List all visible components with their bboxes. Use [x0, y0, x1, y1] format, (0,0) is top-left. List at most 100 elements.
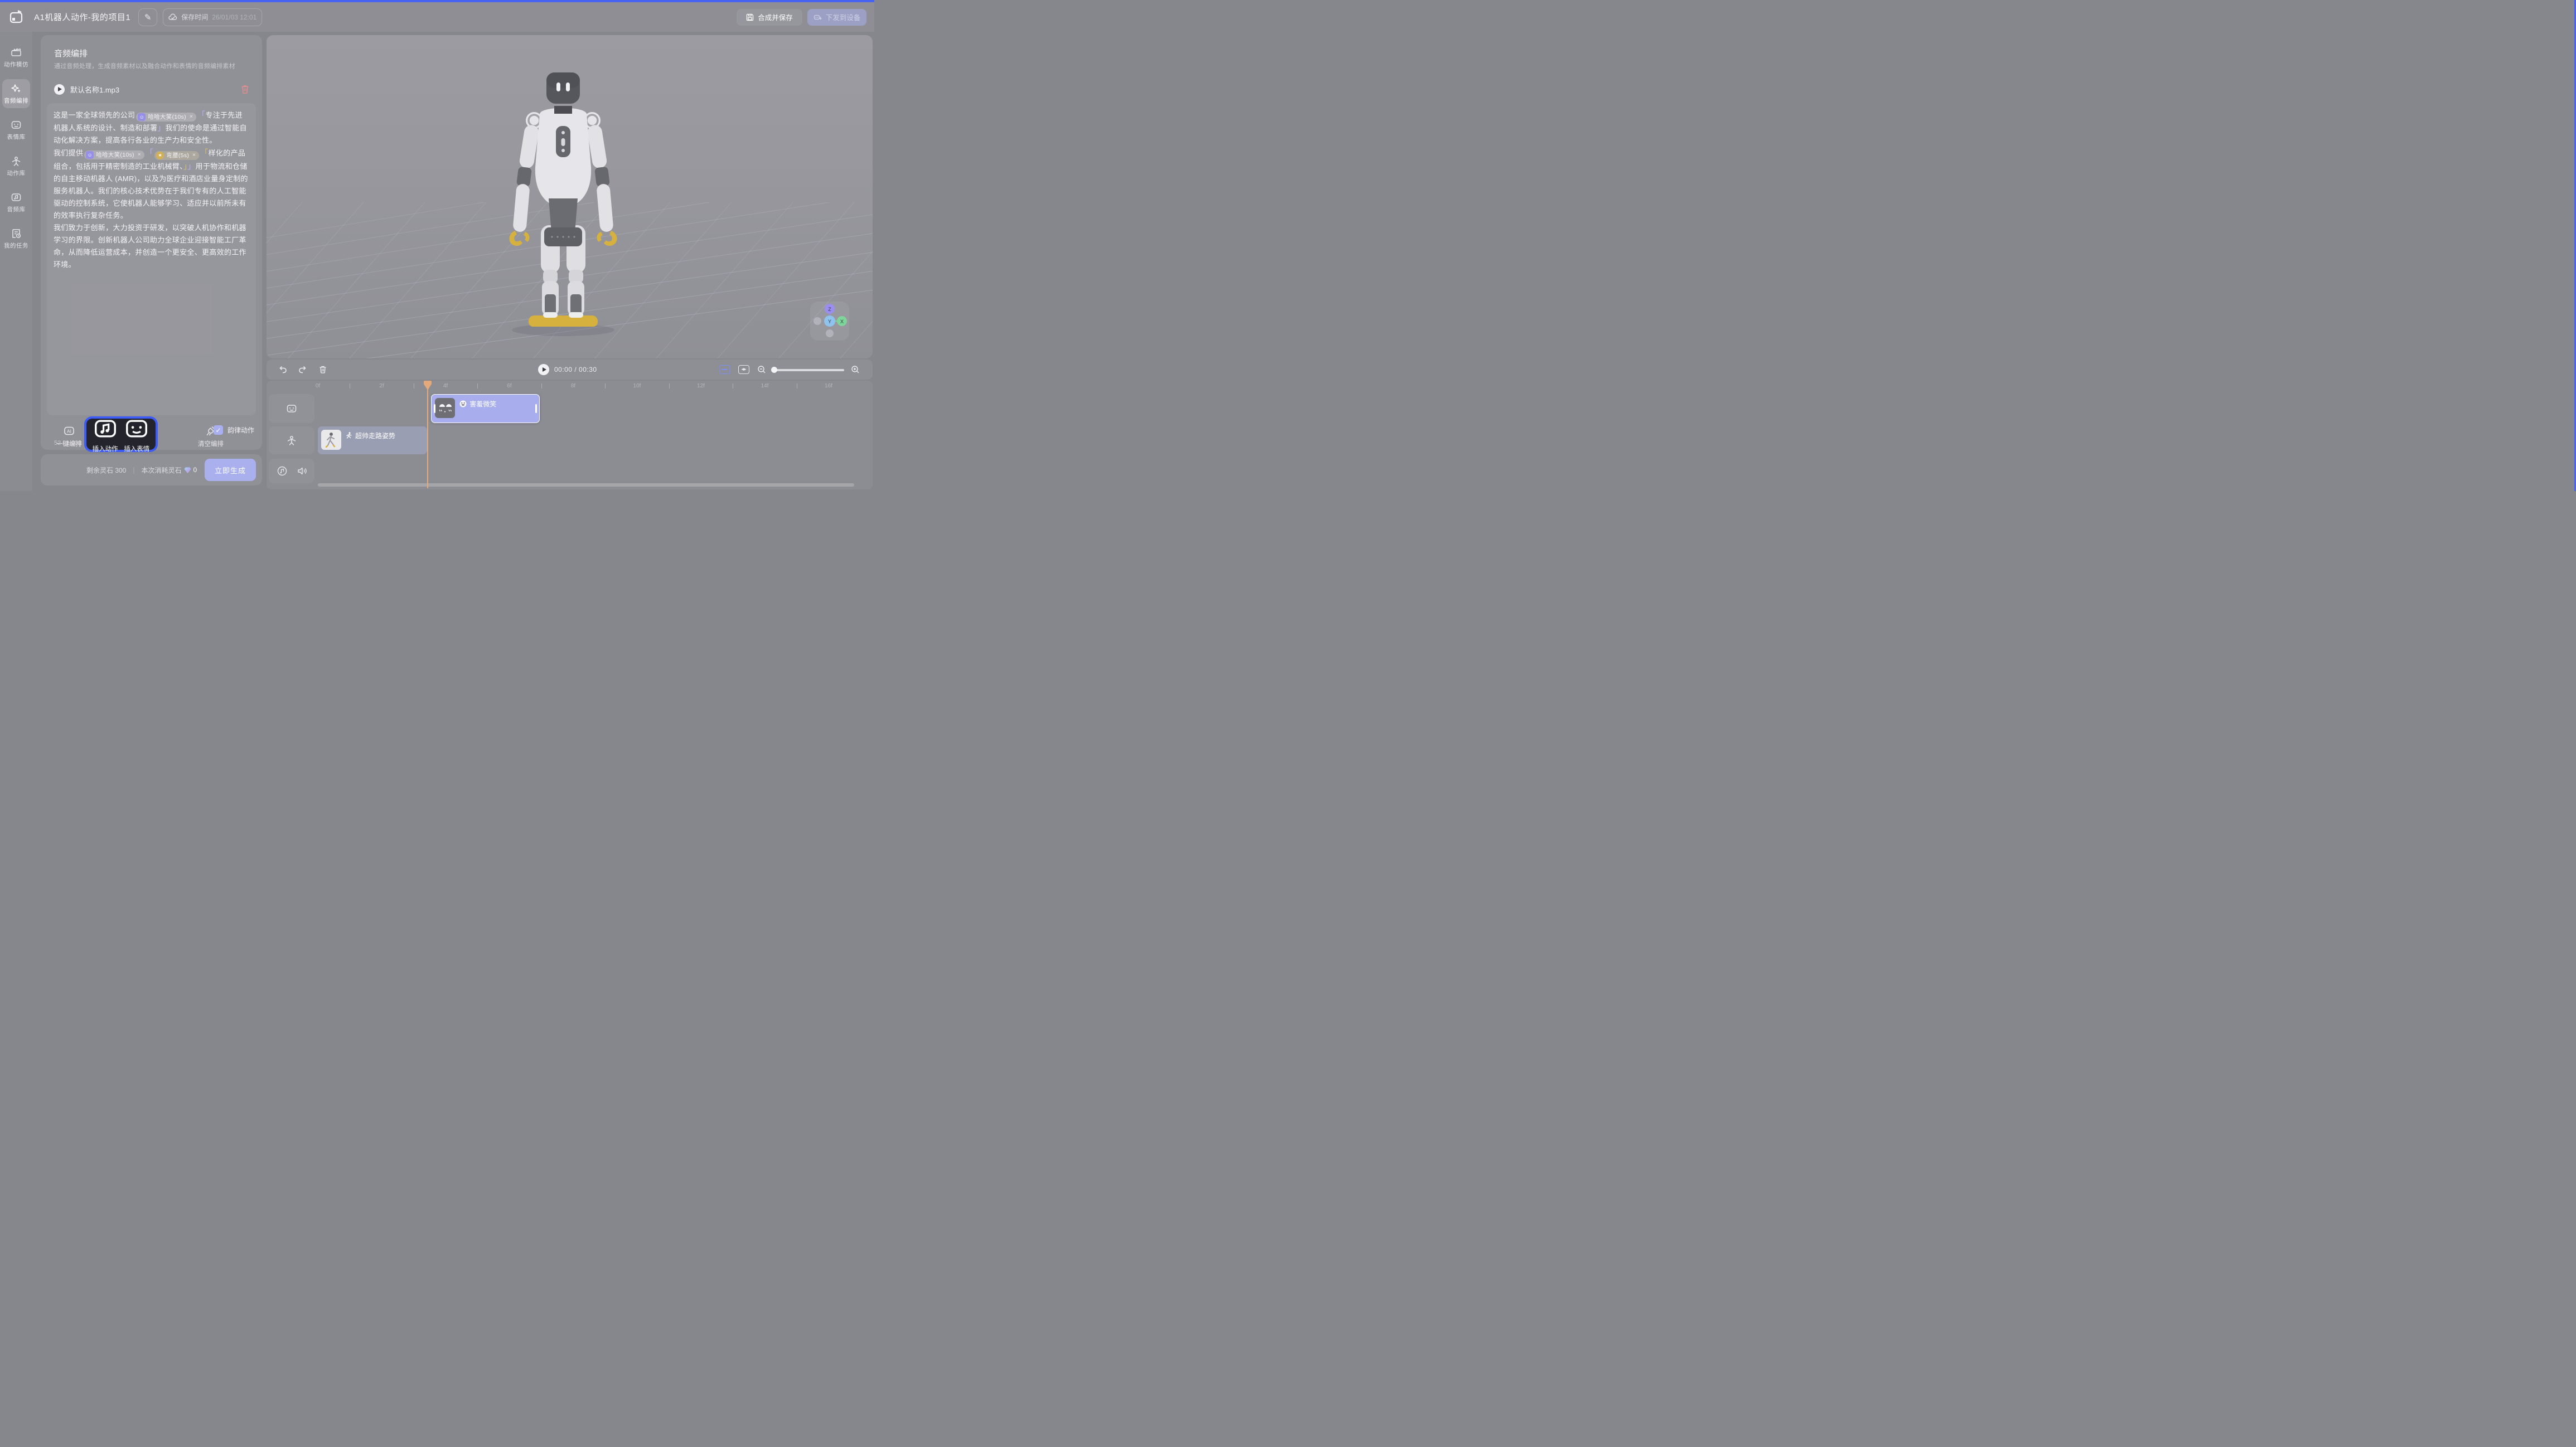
ai-icon: AI [64, 425, 75, 436]
fit-timeline-icon[interactable]: ◂▸ [738, 365, 749, 374]
gizmo-x-label: X [840, 319, 844, 324]
timeline-ruler[interactable]: 0f2f4f6f8f10f12f14f16f [267, 381, 873, 392]
robot-face-icon [11, 119, 22, 130]
editor-toolbar: AI 一键编排 插入动作 [41, 416, 262, 452]
pencil-icon: ✎ [144, 12, 152, 22]
clapperboard-icon [11, 47, 22, 58]
tool-label: 清空编排 [198, 439, 224, 448]
sidebar-item-motion-mimic[interactable]: 动作模仿 [2, 43, 30, 72]
expression-track-icon [286, 403, 297, 414]
panel-subtitle: 通过音频处理，生成音频素材以及融合动作和表情的音频编排素材 [54, 61, 235, 70]
quote-mark: 」 [157, 123, 165, 132]
horizontal-scrollbar[interactable] [318, 483, 854, 487]
screen-frame-top [0, 0, 874, 2]
cost-label: 本次消耗灵石 [141, 465, 181, 475]
insert-action-icon [93, 416, 118, 441]
task-list-icon [11, 228, 22, 239]
expression-tag[interactable]: ☺哈哈大笑(10s)× [84, 150, 144, 159]
grid-line [283, 202, 439, 358]
grid-line [345, 202, 501, 358]
robot-model [496, 60, 630, 339]
expression-thumbnail [435, 398, 455, 418]
insert-action-button[interactable]: 插入动作 [93, 416, 118, 453]
audio-track-icon[interactable] [277, 465, 288, 477]
playhead-line[interactable] [427, 388, 428, 488]
tag-label: 哈哈大笑(10s) [96, 151, 134, 159]
motion-track-icon [286, 435, 297, 446]
snap-toggle-icon[interactable] [719, 365, 730, 374]
action-tag[interactable]: ★弯腰(5s)× [154, 151, 199, 160]
svg-text:AI: AI [67, 428, 71, 434]
zoom-in-icon[interactable] [851, 365, 860, 374]
quote-mark: 「 [146, 148, 153, 157]
motion-clip[interactable]: 超帅走路姿势 [318, 426, 427, 454]
ruler-label: 4f [443, 383, 448, 389]
ruler-tick [669, 383, 670, 389]
view-gizmo[interactable]: Z X Y [810, 302, 849, 341]
one-click-arrange-button[interactable]: AI 一键编排 [52, 425, 86, 448]
cost-value: 0 [193, 466, 197, 474]
insert-expression-button[interactable]: 插入表情 [124, 416, 149, 453]
sidebar-label: 表情库 [7, 133, 26, 141]
top-bar: A1机器人动作-我的项目1 ✎ 保存时间 26/01/03 12:01 合成并保… [0, 2, 874, 32]
sidebar-item-audio-library[interactable]: 音频库 [2, 188, 30, 217]
expression-tag[interactable]: ☺哈哈大笑(10s)× [136, 113, 196, 122]
expression-clip-label: 害羞微笑 [469, 399, 496, 409]
expression-clip[interactable]: 害羞微笑 [431, 394, 540, 423]
delete-clip-icon[interactable] [318, 365, 327, 374]
gizmo-y-label: Y [828, 319, 831, 324]
divider: | [133, 466, 134, 474]
gizmo-z-label: Z [828, 307, 831, 312]
sidebar-item-my-tasks[interactable]: 我的任务 [2, 224, 30, 253]
ruler-tick [477, 383, 478, 389]
tag-remove-icon[interactable]: × [192, 152, 196, 159]
mute-track-icon[interactable] [297, 465, 308, 477]
tool-label: 插入表情 [124, 444, 149, 453]
play-button[interactable] [538, 364, 549, 375]
quote-mark: 「 [200, 148, 208, 157]
clip-right-handle[interactable] [535, 404, 537, 413]
zoom-out-icon[interactable] [757, 365, 766, 374]
sidebar-item-expression-library[interactable]: 表情库 [2, 115, 30, 144]
playhead-pin[interactable] [424, 381, 432, 390]
motion-thumbnail [321, 430, 341, 450]
deploy-to-device-button[interactable]: 下发到设备 [807, 9, 866, 26]
sidebar-item-motion-library[interactable]: 动作库 [2, 152, 30, 181]
tag-remove-icon[interactable]: × [190, 113, 193, 121]
generate-now-button[interactable]: 立即生成 [205, 459, 256, 481]
quote-mark: 「 [197, 110, 205, 119]
synthesize-save-button[interactable]: 合成并保存 [737, 9, 802, 26]
audio-arrange-panel: 音频编排 通过音频处理，生成音频素材以及融合动作和表情的音频编排素材 默认名称1… [41, 35, 262, 450]
slider-knob[interactable] [771, 367, 777, 373]
floppy-icon [746, 13, 754, 21]
sidebar: 动作模仿 音频编排 表情库 动作库 音频库 [0, 32, 32, 491]
delete-audio-icon[interactable] [241, 85, 249, 94]
motion-track-header [269, 426, 314, 454]
runner-icon [346, 432, 352, 439]
ruler-tick [541, 383, 542, 389]
sidebar-item-audio-arrange[interactable]: 音频编排 [2, 79, 30, 108]
audio-play-button[interactable] [54, 84, 65, 95]
grid-line [267, 202, 378, 358]
audio-file-row: 默认名称1.mp3 [54, 83, 249, 95]
rhythm-motion-checkbox[interactable]: ✓ 韵律动作 [214, 425, 254, 435]
deploy-label: 下发到设备 [826, 12, 861, 22]
project-title: A1机器人动作-我的项目1 [34, 11, 130, 23]
ruler-label: 0f [316, 383, 320, 389]
script-editor[interactable]: 这是一家全球领先的公司☺哈哈大笑(10s)×「专注于先进机器人系统的设计、制造和… [47, 103, 256, 415]
emoji-icon [459, 400, 467, 407]
redo-icon[interactable] [298, 365, 307, 374]
clip-left-handle[interactable] [434, 404, 435, 413]
timeline: 0f2f4f6f8f10f12f14f16f [267, 381, 873, 489]
undo-icon[interactable] [278, 365, 287, 374]
rename-button[interactable]: ✎ [138, 8, 157, 26]
panel-title: 音频编排 [54, 47, 88, 59]
app-logo-icon [9, 10, 24, 25]
tag-label: 哈哈大笑(10s) [148, 113, 186, 121]
cloud-check-icon [168, 13, 177, 21]
tag-remove-icon[interactable]: × [138, 151, 141, 159]
rhythm-motion-label: 韵律动作 [227, 425, 254, 435]
timeline-zoom-slider[interactable] [772, 369, 844, 371]
viewport-3d[interactable]: Z X Y [267, 35, 873, 358]
motion-clip-label: 超帅走路姿势 [355, 431, 395, 440]
